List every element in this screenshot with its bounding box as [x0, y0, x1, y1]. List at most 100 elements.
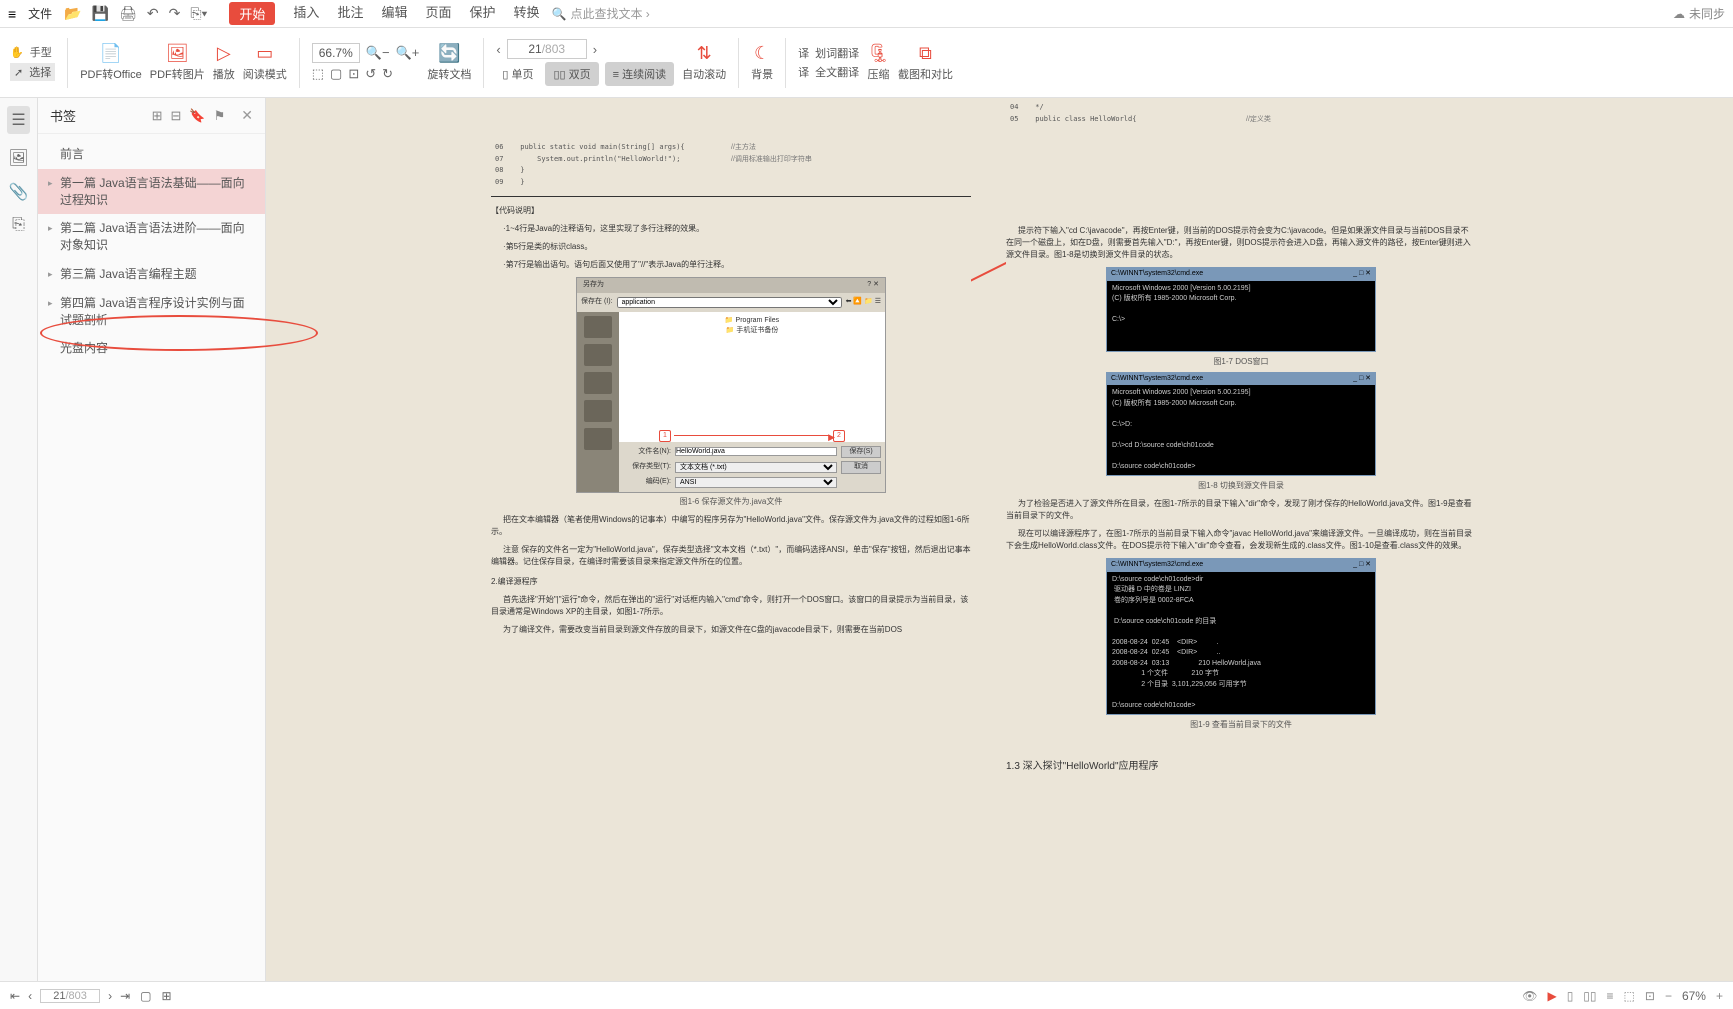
rotate-left-icon[interactable]: ↺	[365, 66, 376, 82]
page-layout-icon[interactable]: ▢	[140, 989, 151, 1003]
figure-1-8-caption: 图1-8 切换到源文件目录	[1006, 480, 1476, 492]
figure-1-6-caption: 图1-6 保存源文件为.java文件	[491, 496, 971, 508]
hand-tool[interactable]: ✋手型	[10, 44, 55, 60]
thumbnails-panel-icon[interactable]: 🖼	[8, 148, 28, 168]
translate-sel-icon: 译	[798, 45, 809, 61]
next-page-icon-bottom[interactable]: ›	[108, 989, 112, 1003]
book-icon: ▭	[256, 43, 273, 64]
zoom-in-bottom-icon[interactable]: +	[1716, 989, 1723, 1003]
single-page[interactable]: ▯ 单页	[496, 62, 539, 86]
zoom-level[interactable]: 66.7%	[312, 43, 360, 63]
figure-1-7-caption: 图1-7 DOS窗口	[1006, 356, 1476, 368]
screenshot-icon: ⧉	[919, 43, 932, 64]
play[interactable]: ▷播放	[213, 43, 235, 82]
layout-single-icon[interactable]: ▯	[1567, 989, 1574, 1003]
fit-width-icon[interactable]: ⬚	[312, 66, 324, 82]
tab-comment[interactable]: 批注	[337, 2, 363, 25]
export-panel-icon[interactable]: ⎘	[12, 216, 25, 234]
hand-icon: ✋	[10, 46, 24, 59]
actual-size-icon[interactable]: ⊡	[348, 66, 359, 82]
prev-page-icon-bottom[interactable]: ‹	[28, 989, 32, 1003]
zoom-out-bottom-icon[interactable]: −	[1665, 989, 1672, 1003]
cmd-window-3: C:\WINNT\system32\cmd.exe_ □ ✕ D:\source…	[1106, 558, 1376, 715]
tab-edit[interactable]: 编辑	[381, 2, 407, 25]
bookmark-item-0[interactable]: 前言	[38, 140, 265, 169]
rotate-doc[interactable]: 🔄旋转文档	[427, 43, 471, 82]
cursor-icon: ➚	[14, 66, 23, 79]
menu-icon[interactable]: ≡	[8, 6, 16, 22]
zoom-out-icon[interactable]: 🔍−	[366, 45, 390, 61]
compress[interactable]: 🗜压缩	[867, 43, 890, 82]
next-page-icon[interactable]: ›	[593, 42, 597, 57]
figure-1-9-caption: 图1-9 查看当前目录下的文件	[1006, 719, 1476, 731]
pdf-to-office[interactable]: 📄PDF转Office	[80, 43, 142, 82]
attachments-panel-icon[interactable]: 📎	[9, 182, 29, 202]
fit-1-icon[interactable]: ⬚	[1624, 989, 1635, 1003]
search-icon: 🔍	[552, 7, 567, 21]
scroll-icon: ⇅	[697, 43, 712, 64]
layout-continuous-icon[interactable]: ≡	[1607, 989, 1614, 1003]
tab-convert[interactable]: 转换	[514, 2, 540, 25]
export-icon[interactable]: ⎘▾	[190, 5, 207, 22]
play-icon: ▷	[217, 43, 231, 64]
translate-selection[interactable]: 译划词翻译	[798, 45, 859, 61]
fit-2-icon[interactable]: ⊡	[1645, 989, 1655, 1003]
pdf-to-image[interactable]: 🖼PDF转图片	[150, 43, 205, 82]
image-icon: 🖼	[166, 43, 189, 64]
tab-insert[interactable]: 插入	[293, 2, 319, 25]
tab-page[interactable]: 页面	[425, 2, 451, 25]
office-icon: 📄	[100, 43, 122, 64]
redo-icon[interactable]: ↷	[169, 5, 181, 22]
screenshot-compare[interactable]: ⧉截图和对比	[898, 43, 953, 82]
moon-icon: ☾	[754, 43, 770, 64]
last-page-icon[interactable]: ⇥	[120, 989, 130, 1003]
bookmark-item-4[interactable]: ▸第四篇 Java语言程序设计实例与面试题剖析	[38, 289, 265, 335]
layout-double-icon[interactable]: ▯▯	[1583, 989, 1596, 1003]
save-icon[interactable]: 💾	[92, 5, 109, 22]
fit-page-icon[interactable]: ▢	[330, 66, 342, 82]
auto-scroll[interactable]: ⇅自动滚动	[682, 43, 726, 82]
page-number-input[interactable]: 21/803	[507, 39, 587, 59]
undo-icon[interactable]: ↶	[147, 5, 159, 22]
zoom-in-icon[interactable]: 🔍+	[396, 45, 420, 61]
bookmark-item-2[interactable]: ▸第二篇 Java语言语法进阶——面向对象知识	[38, 214, 265, 260]
prev-page-icon[interactable]: ‹	[496, 42, 500, 57]
open-icon[interactable]: 📂	[64, 5, 81, 22]
bookmark-item-3[interactable]: ▸第三篇 Java语言编程主题	[38, 260, 265, 289]
section-1-3-heading: 1.3 深入探讨"HelloWorld"应用程序	[1006, 759, 1476, 774]
rotate-icon: 🔄	[438, 43, 460, 64]
bookmark-add-icon[interactable]: 🔖	[189, 108, 205, 124]
translate-full[interactable]: 译全文翻译	[798, 64, 859, 80]
search-box[interactable]: 🔍 点此查找文本 ›	[552, 5, 650, 22]
cmd-window-2: C:\WINNT\system32\cmd.exe_ □ ✕ Microsoft…	[1106, 372, 1376, 477]
file-menu[interactable]: 文件	[28, 5, 52, 22]
sidebar-title: 书签	[50, 106, 76, 125]
tab-start[interactable]: 开始	[229, 2, 275, 25]
record-icon[interactable]: ▶	[1547, 989, 1556, 1003]
collapse-all-icon[interactable]: ⊟	[171, 108, 182, 124]
tab-protect[interactable]: 保护	[469, 2, 495, 25]
expand-all-icon[interactable]: ⊞	[152, 108, 163, 124]
cloud-icon[interactable]: ☁	[1673, 7, 1685, 21]
compress-icon: 🗜	[867, 43, 890, 64]
close-sidebar-icon[interactable]: ✕	[241, 107, 253, 124]
page-thumb-icon[interactable]: ⊞	[161, 989, 171, 1003]
bookmark-flag-icon[interactable]: ⚑	[214, 108, 226, 124]
rotate-right-icon[interactable]: ↻	[382, 66, 393, 82]
select-tool[interactable]: ➚选择	[10, 63, 55, 81]
bookmark-item-1[interactable]: ▸第一篇 Java语言语法基础——面向过程知识	[38, 169, 265, 215]
view-mode-1-icon[interactable]: 👁	[1522, 989, 1537, 1003]
page-input-bottom[interactable]: 21/803	[40, 989, 100, 1003]
code-desc-heading: 【代码说明】	[491, 205, 971, 217]
background[interactable]: ☾背景	[751, 43, 773, 82]
sync-status: 未同步	[1689, 5, 1725, 22]
bookmarks-panel-icon[interactable]: ☰	[7, 106, 29, 134]
save-as-dialog: 另存为? ✕ 保存在 (I): application ⬅ 🔼 📁 ☰	[576, 277, 886, 493]
print-icon[interactable]: 🖨	[119, 5, 137, 22]
continuous-read[interactable]: ≡ 连续阅读	[605, 62, 674, 86]
zoom-level-bottom[interactable]: 67%	[1682, 989, 1706, 1003]
read-mode[interactable]: ▭阅读模式	[243, 43, 287, 82]
first-page-icon[interactable]: ⇤	[10, 989, 20, 1003]
bookmark-item-5[interactable]: 光盘内容	[38, 334, 265, 363]
double-page[interactable]: ▯▯ 双页	[545, 62, 598, 86]
